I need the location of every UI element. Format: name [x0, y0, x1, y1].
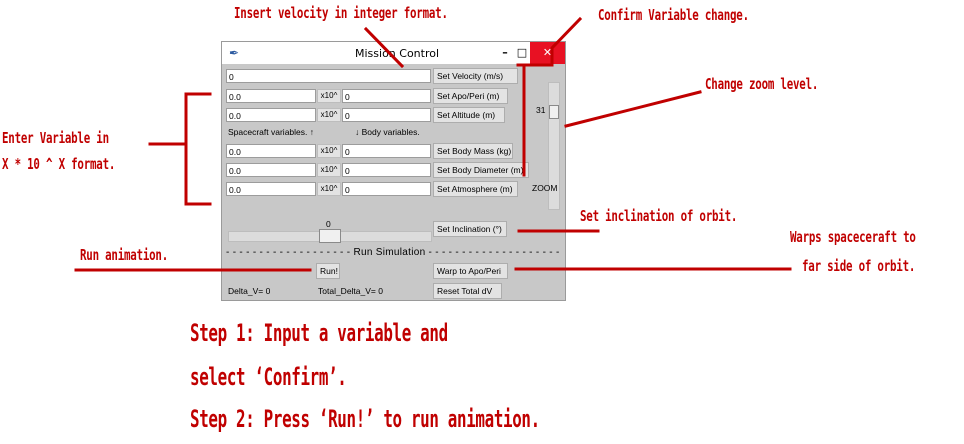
annotation-enter-variable-2: X * 10 ^ X format. — [2, 155, 116, 173]
annotation-step1-line2: select ‘Confirm’. — [190, 363, 347, 391]
annotation-set-inclination: Set inclination of orbit. — [580, 207, 738, 225]
annotation-confirm-change: Confirm Variable change. — [598, 6, 749, 24]
velocity-arrow — [363, 26, 405, 69]
annotation-warps-1: Warps spaceceraft to — [790, 228, 916, 246]
annotation-insert-velocity: Insert velocity in integer format. — [234, 4, 448, 22]
annotation-arrows — [74, 16, 792, 272]
annotation-step1-line1: Step 1: Input a variable and — [190, 319, 448, 347]
annotation-step2: Step 2: Press ‘Run!’ to run animation. — [190, 405, 540, 433]
annotation-zoom-level: Change zoom level. — [705, 75, 819, 93]
annotation-run-animation: Run animation. — [80, 246, 169, 264]
annotation-warps-2: far side of orbit. — [802, 257, 916, 275]
confirm-arrow — [550, 16, 583, 67]
enter-variable-bracket — [184, 92, 212, 206]
annotation-enter-variable-1: Enter Variable in — [2, 129, 109, 147]
zoom-arrow — [564, 90, 702, 128]
